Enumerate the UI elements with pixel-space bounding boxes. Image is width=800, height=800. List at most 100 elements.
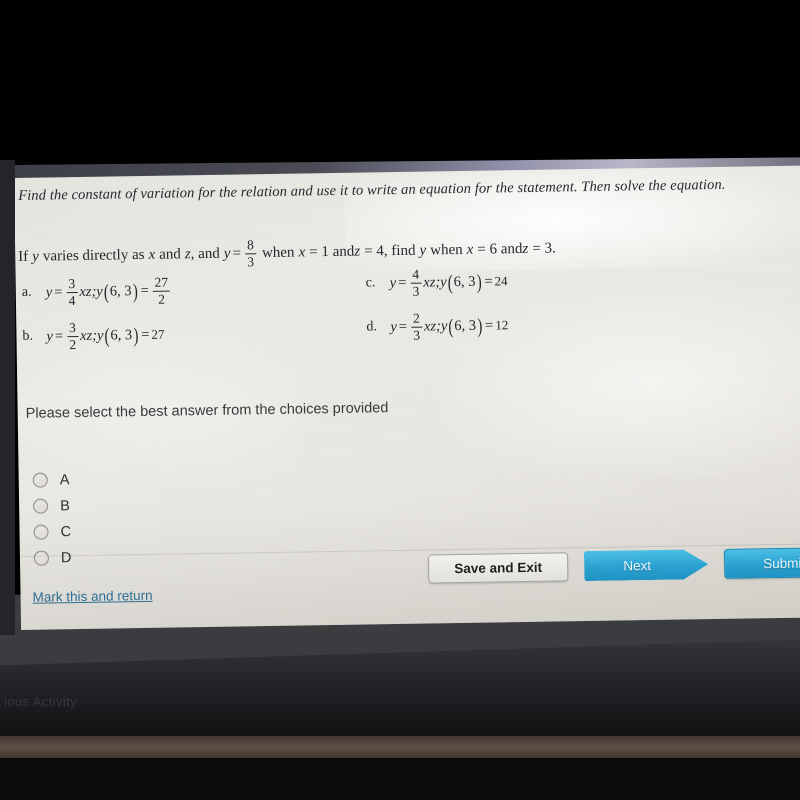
fraction-denominator: 3 — [247, 254, 255, 270]
choice-y: y — [46, 328, 54, 345]
choice-equals-2: = — [484, 273, 493, 290]
question-prompt: Find the constant of variation for the r… — [18, 176, 726, 204]
choice-y: y — [389, 274, 397, 291]
open-paren: ( — [447, 269, 453, 295]
answer-choice-b[interactable]: b. y = 3 2 xz; y ( 6, 3) = 27 — [22, 320, 164, 353]
fraction-numerator: 8 — [246, 237, 254, 253]
choice-equals: = — [398, 318, 408, 335]
question-var-y3: y — [419, 242, 427, 259]
question-var-x: x — [148, 246, 156, 263]
close-paren: ) — [476, 313, 483, 338]
choice-letter: b. — [22, 328, 34, 345]
question-mid1: varies directly as — [42, 246, 145, 265]
radio-option-label: D — [60, 549, 72, 566]
radio-button-icon[interactable] — [33, 524, 49, 540]
choice-coefficient-fraction: 3 2 — [67, 320, 79, 352]
choice-result: 27 — [151, 326, 165, 343]
radio-button-icon[interactable] — [33, 498, 49, 514]
coef-numerator: 3 — [68, 320, 76, 336]
open-paren: ( — [104, 323, 110, 348]
question-var-y: y — [32, 248, 40, 265]
question-var-x3: x — [466, 241, 474, 258]
choice-fn: y — [440, 273, 447, 291]
faint-os-taskbar-text: ious Activity — [4, 694, 78, 709]
radio-option-label: B — [60, 497, 70, 514]
choice-vars: xz; — [423, 274, 441, 291]
radio-option-c[interactable]: C — [33, 519, 71, 545]
radio-button-icon[interactable] — [33, 550, 50, 566]
question-var-z3: z — [522, 240, 529, 257]
choice-args: 6, 3 — [453, 273, 476, 290]
open-paren: ( — [103, 279, 109, 304]
choice-result: 12 — [495, 317, 509, 333]
question-eq4: = 6 and — [477, 240, 523, 258]
choice-vars: xz; — [423, 318, 442, 335]
choice-coefficient-fraction: 3 4 — [66, 276, 78, 308]
laptop-left-bezel — [0, 160, 15, 635]
answer-choice-list: a. y = 3 4 xz; y ( 6, 3) = 27 2 b. y = … — [16, 266, 800, 368]
desk-shadow — [0, 758, 800, 800]
choice-vars: xz; — [79, 327, 98, 344]
choice-fn: y — [96, 283, 103, 300]
choice-args: 6, 3 — [109, 282, 132, 300]
question-eq2: = 1 and — [309, 243, 355, 261]
quiz-page: Find the constant of variation for the r… — [14, 165, 800, 630]
choice-equals-2: = — [484, 317, 494, 334]
choice-expression: y = 4 3 xz; y ( 6, 3 ) = 24 — [389, 266, 508, 299]
question-var-z2: z — [354, 243, 361, 260]
choice-equals: = — [398, 274, 407, 291]
question-mid3: when — [430, 241, 463, 259]
choice-y: y — [45, 284, 53, 301]
radio-option-label: C — [60, 523, 72, 540]
choice-equals: = — [54, 328, 64, 345]
question-lead: If — [18, 248, 29, 265]
question-eq5: = 3. — [532, 240, 556, 257]
close-paren: ) — [132, 278, 138, 304]
choice-result: 24 — [494, 273, 508, 289]
photographed-screen-scene: ious Activity Find the constant of varia… — [0, 0, 800, 800]
coef-denominator: 2 — [69, 336, 77, 352]
save-and-exit-button[interactable]: Save and Exit — [427, 551, 569, 584]
radio-option-label: A — [59, 471, 70, 488]
choice-equals-2: = — [141, 326, 150, 343]
choice-expression: y = 3 4 xz; y ( 6, 3 ) = 27 2 — [45, 275, 173, 309]
question-equals: = — [232, 245, 242, 262]
choice-letter: c. — [365, 275, 376, 291]
choice-expression: y = 2 3 xz; y ( 6, 3 ) = 12 — [390, 310, 509, 343]
footer-button-row: Save and Exit Next Submit — [427, 547, 800, 584]
answer-choice-c[interactable]: c. y = 4 3 xz; y ( 6, 3) = 24 — [365, 266, 508, 299]
choice-letter: d. — [366, 319, 378, 335]
choice-expression: y = 3 2 xz; y ( 6, 3 ) = 27 — [46, 320, 164, 352]
select-answer-instruction: Please select the best answer from the c… — [25, 400, 389, 422]
choice-fn: y — [96, 327, 104, 344]
choice-coefficient-fraction: 4 3 — [410, 266, 422, 299]
close-paren: ) — [133, 322, 139, 348]
choice-equals: = — [54, 284, 63, 301]
coef-denominator: 3 — [413, 327, 421, 343]
choice-letter: a. — [21, 285, 32, 301]
question-eq3: = 4, find — [364, 242, 416, 260]
choice-coefficient-fraction: 2 3 — [411, 311, 423, 343]
choice-equals-2: = — [140, 282, 149, 299]
choice-result-fraction: 27 2 — [152, 275, 171, 307]
choice-args: 6, 3 — [110, 326, 133, 344]
choice-y: y — [390, 318, 397, 335]
coef-numerator: 3 — [68, 276, 76, 292]
choice-args: 6, 3 — [454, 317, 477, 334]
open-paren: ( — [448, 313, 454, 339]
coef-denominator: 3 — [412, 283, 420, 299]
result-denominator: 2 — [158, 291, 166, 307]
submit-button[interactable]: Submit — [723, 547, 800, 579]
question-fraction-8-over-3: 8 3 — [245, 237, 257, 270]
answer-choice-a[interactable]: a. y = 3 4 xz; y ( 6, 3) = 27 2 — [21, 275, 173, 309]
question-and1: and — [159, 246, 181, 263]
radio-button-icon[interactable] — [32, 472, 48, 488]
coef-numerator: 4 — [412, 266, 420, 282]
radio-option-d[interactable]: D — [33, 545, 72, 571]
answer-choice-d[interactable]: d. y = 2 3 xz; y ( 6, 3) = 12 — [366, 310, 508, 343]
next-button[interactable]: Next — [584, 549, 708, 581]
radio-option-a[interactable]: A — [32, 467, 71, 493]
radio-option-b[interactable]: B — [33, 493, 71, 519]
choice-vars: xz; — [79, 283, 97, 300]
mark-this-and-return-link[interactable]: Mark this and return — [32, 588, 152, 605]
